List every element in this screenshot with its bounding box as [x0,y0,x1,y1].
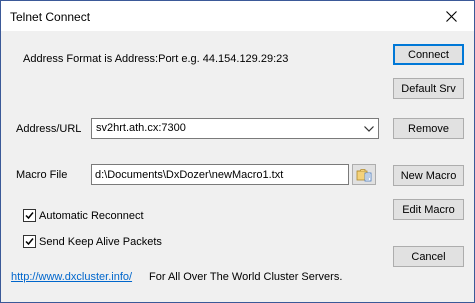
automatic-reconnect-checkbox[interactable] [23,209,36,222]
close-icon [445,10,457,22]
automatic-reconnect-option[interactable]: Automatic Reconnect [23,209,144,222]
address-value: sv2hrt.ath.cx:7300 [96,122,186,134]
automatic-reconnect-label: Automatic Reconnect [39,209,144,222]
folder-open-icon [356,168,372,181]
remove-button[interactable]: Remove [393,118,464,139]
checkmark-icon [25,238,34,246]
macro-file-label: Macro File [16,169,68,181]
cancel-button[interactable]: Cancel [393,246,464,267]
footer-text: For All Over The World Cluster Servers. [149,271,343,283]
keep-alive-checkbox[interactable] [23,235,36,248]
window-title: Telnet Connect [10,10,91,24]
address-format-hint: Address Format is Address:Port e.g. 44.1… [23,53,289,65]
macro-file-field[interactable] [91,164,349,185]
connect-button[interactable]: Connect [393,44,464,65]
address-label: Address/URL [16,123,82,135]
checkmark-icon [25,212,34,220]
new-macro-button[interactable]: New Macro [393,165,464,186]
dxcluster-link[interactable]: http://www.dxcluster.info/ [11,271,132,283]
close-button[interactable] [428,1,474,31]
default-srv-button[interactable]: Default Srv [393,78,464,99]
title-bar[interactable]: Telnet Connect [1,1,474,31]
keep-alive-label: Send Keep Alive Packets [39,235,162,248]
telnet-connect-dialog: Telnet Connect Address Format is Address… [0,0,475,303]
address-combobox[interactable]: sv2hrt.ath.cx:7300 [91,118,379,139]
macro-file-input[interactable] [92,165,348,184]
keep-alive-option[interactable]: Send Keep Alive Packets [23,235,162,248]
edit-macro-button[interactable]: Edit Macro [393,199,464,220]
chevron-down-icon[interactable] [360,119,378,138]
browse-macro-button[interactable] [352,164,376,185]
